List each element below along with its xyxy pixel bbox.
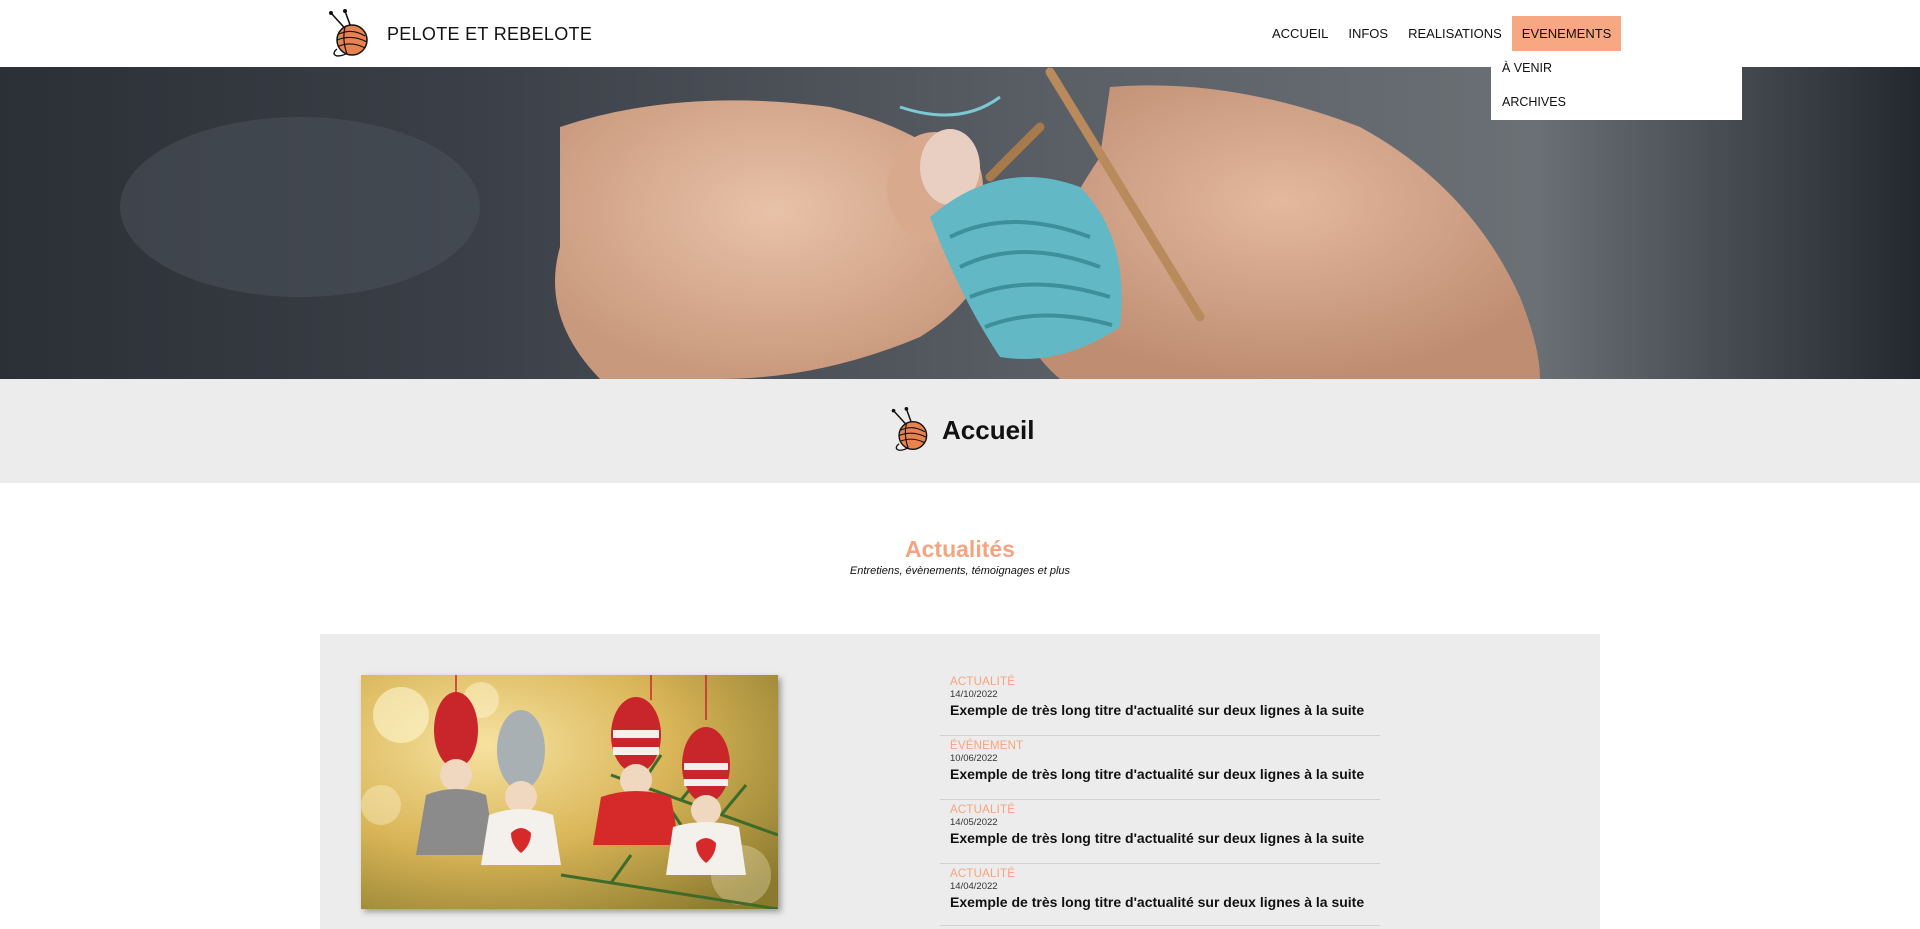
news-featured-image[interactable] (361, 675, 778, 909)
news-title[interactable]: Exemple de très long titre d'actualité s… (950, 830, 1370, 846)
dropdown-item-a-venir[interactable]: À VENIR (1491, 51, 1742, 85)
news-title[interactable]: Exemple de très long titre d'actualité s… (950, 702, 1370, 718)
news-category: ACTUALITÉ (950, 676, 1016, 688)
page-heading: Accueil (888, 407, 1035, 453)
dropdown-item-archives[interactable]: ARCHIVES (1491, 85, 1742, 119)
news-heading: Actualités Entretiens, évènements, témoi… (0, 536, 1920, 577)
main-nav: ACCUEIL INFOS REALISATIONS EVENEMENTS (1262, 16, 1622, 51)
news-list: ACTUALITÉ 14/10/2022 Exemple de très lon… (940, 672, 1380, 926)
news-title[interactable]: Exemple de très long titre d'actualité s… (950, 766, 1370, 782)
nav-item-evenements[interactable]: EVENEMENTS (1511, 16, 1622, 51)
page-title-band: Accueil (0, 379, 1920, 483)
yarn-ball-icon (891, 407, 928, 451)
news-section-title: Actualités (905, 536, 1015, 562)
news-date: 14/05/2022 (950, 817, 998, 828)
nav-item-realisations[interactable]: REALISATIONS (1398, 16, 1512, 51)
news-item[interactable]: ACTUALITÉ 14/05/2022 Exemple de très lon… (940, 800, 1380, 864)
page-title: Accueil (942, 414, 1035, 445)
news-category: ACTUALITÉ (950, 804, 1016, 816)
yarn-ball-logo-icon (329, 9, 368, 57)
news-category: ÉVÉNEMENT (950, 740, 1024, 752)
news-date: 10/06/2022 (950, 753, 998, 764)
news-title[interactable]: Exemple de très long titre d'actualité s… (950, 894, 1370, 910)
evenements-dropdown: À VENIR ARCHIVES (1491, 51, 1742, 120)
brand[interactable]: PELOTE ET REBELOTE (325, 9, 592, 59)
news-item[interactable]: ÉVÉNEMENT 10/06/2022 Exemple de très lon… (940, 736, 1380, 800)
news-item[interactable]: ACTUALITÉ 14/10/2022 Exemple de très lon… (940, 672, 1380, 736)
news-item[interactable]: ACTUALITÉ 14/04/2022 Exemple de très lon… (940, 864, 1380, 926)
nav-item-infos[interactable]: INFOS (1338, 16, 1398, 51)
news-date: 14/04/2022 (950, 881, 998, 892)
nav-item-accueil[interactable]: ACCUEIL (1262, 16, 1338, 51)
news-panel: ACTUALITÉ 14/10/2022 Exemple de très lon… (320, 634, 1600, 929)
news-category: ACTUALITÉ (950, 868, 1016, 880)
news-date: 14/10/2022 (950, 689, 998, 700)
brand-name: PELOTE ET REBELOTE (387, 23, 593, 44)
news-section-subtitle: Entretiens, évènements, témoignages et p… (849, 565, 1071, 577)
